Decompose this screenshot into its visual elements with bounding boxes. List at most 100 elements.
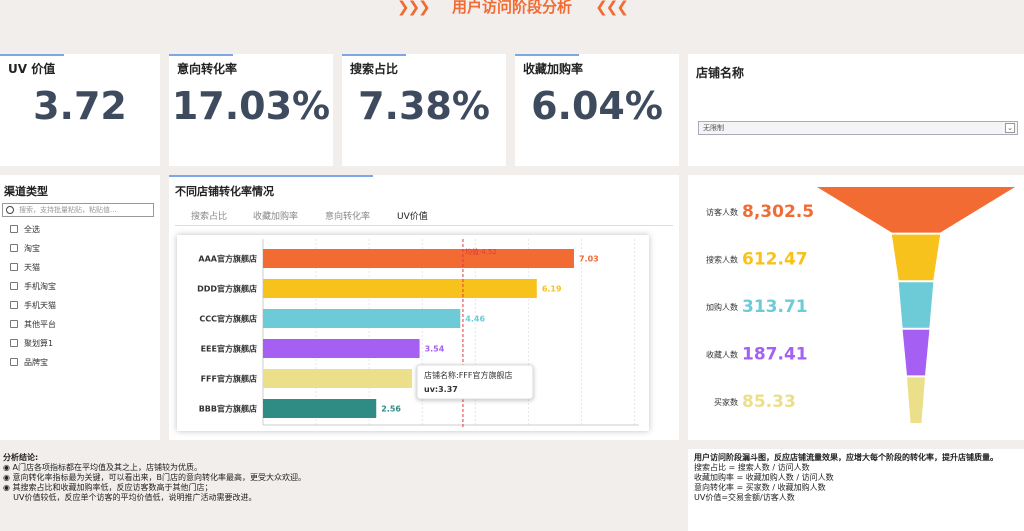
checkbox[interactable] — [10, 282, 18, 290]
category-label: CCC官方旗舰店 — [199, 314, 257, 324]
funnel-stage-value: 85.33 — [742, 392, 796, 412]
kpi-label: 搜索占比 — [350, 62, 399, 76]
analysis-heading: 分析结论: — [3, 453, 39, 462]
checkbox[interactable] — [10, 320, 18, 328]
formula-notes: 用户访问阶段漏斗图，反应店铺流量效果，应增大每个阶段的转化率，提升店铺质量。 搜… — [694, 453, 1020, 503]
bar[interactable] — [263, 369, 413, 388]
formula-line: UV价值=交易金额/访客人数 — [694, 493, 795, 502]
analysis-line: ◉ 其搜索占比和收藏加购率低，反应访客数高于其他门店； — [3, 483, 213, 492]
formula-heading: 用户访问阶段漏斗图，反应店铺流量效果，应增大每个阶段的转化率，提升店铺质量。 — [694, 453, 998, 462]
card-accent-line — [342, 54, 406, 56]
funnel-chart-svg: 访客人数 8,302.5 搜索人数 612.47 加购人数 313.71 收藏人数 187.4… — [706, 187, 1015, 423]
funnel-segment[interactable] — [898, 282, 934, 328]
funnel-segment[interactable] — [906, 377, 926, 423]
checkbox[interactable] — [10, 301, 18, 309]
bar[interactable] — [263, 399, 377, 418]
tooltip-line: 店铺名称:FFF官方旗舰店 — [424, 370, 513, 380]
kpi-label: 意向转化率 — [177, 62, 238, 76]
channel-filter-card: 渠道类型 搜索，支持批量粘贴，粘贴值... 全选 淘宝 天猫 手机淘宝 手机天猫… — [0, 175, 160, 440]
channel-option[interactable]: 品牌宝 — [10, 358, 48, 370]
bar-value-label: 7.03 — [579, 255, 599, 264]
checkbox[interactable] — [10, 263, 18, 271]
tab-search-ratio[interactable]: 搜索占比 — [191, 209, 227, 222]
tab-uv-value[interactable]: UV价值 — [397, 209, 428, 222]
analysis-section: 分析结论: ◉ A门店各项指标都在平均值及其之上，店铺较为优质。 ◉ 意向转化率… — [0, 449, 679, 531]
category-label: AAA官方旗舰店 — [198, 254, 257, 264]
search-icon — [6, 206, 14, 214]
tab-intent-rate[interactable]: 意向转化率 — [325, 209, 370, 222]
bar-value-label: 4.46 — [465, 315, 485, 324]
category-label: DDD官方旗舰店 — [197, 284, 257, 294]
channel-option-label: 手机天猫 — [24, 301, 56, 310]
bar-value-label: 6.19 — [542, 285, 562, 294]
channel-option[interactable]: 全选 — [10, 225, 40, 237]
channel-option-label: 品牌宝 — [24, 358, 48, 367]
channel-title: 渠道类型 — [4, 185, 48, 198]
funnel-stage-value: 8,302.5 — [742, 202, 814, 222]
chevron-left-icon: ❮❮❮ — [595, 0, 629, 16]
funnel-stage-label: 加购人数 — [706, 302, 738, 312]
channel-option-label: 天猫 — [24, 263, 40, 272]
funnel-segment[interactable] — [891, 234, 941, 281]
funnel-stage-value: 313.71 — [742, 297, 808, 317]
kpi-value: 7.38% — [358, 84, 490, 128]
kpi-value: 3.72 — [33, 84, 127, 128]
formula-line: 意向转化率 = 买家数 / 收藏加购人数 — [694, 483, 826, 492]
kpi-value: 17.03% — [171, 84, 331, 128]
checkbox[interactable] — [10, 339, 18, 347]
channel-option[interactable]: 手机天猫 — [10, 301, 56, 313]
kpi-value: 6.04% — [531, 84, 663, 128]
card-accent-line — [515, 54, 579, 56]
kpi-card-intent: 意向转化率 17.03% — [169, 54, 333, 166]
card-accent-line — [0, 54, 64, 56]
shop-filter-card: 店铺名称 无限制 ⌄ — [688, 54, 1024, 166]
channel-option[interactable]: 淘宝 — [10, 244, 40, 256]
shop-select-value: 无限制 — [703, 124, 724, 132]
tooltip-line: uv:3.37 — [424, 385, 458, 394]
funnel-stage-value: 612.47 — [742, 249, 808, 269]
card-accent-line — [169, 54, 233, 56]
bar-chart: AAA官方旗舰店 7.03 DDD官方旗舰店 6.19 CCC官方旗舰店 4.46 EEE官… — [177, 235, 649, 431]
analysis-notes: 分析结论: ◉ A门店各项指标都在平均值及其之上，店铺较为优质。 ◉ 意向转化率… — [3, 453, 673, 503]
bar-value-label: 2.56 — [381, 405, 401, 414]
channel-search-input[interactable]: 搜索，支持批量粘贴，粘贴值... — [2, 203, 154, 217]
kpi-label: 收藏加购率 — [523, 62, 584, 76]
analysis-line: UV价值较低，反应单个访客的平均价值低，说明推广活动需要改进。 — [3, 493, 257, 502]
average-label: 均值:4.52 — [465, 247, 497, 256]
channel-option-label: 其他平台 — [24, 320, 56, 329]
kpi-card-fav: 收藏加购率 6.04% — [515, 54, 679, 166]
card-accent-line — [169, 175, 373, 177]
checkbox[interactable] — [10, 358, 18, 366]
kpi-card-uv: UV 价值 3.72 — [0, 54, 160, 166]
funnel-card: 访客人数 8,302.5 搜索人数 612.47 加购人数 313.71 收藏人数 187.4… — [688, 175, 1024, 440]
bar[interactable] — [263, 249, 574, 268]
tab-fav-rate[interactable]: 收藏加购率 — [253, 209, 298, 222]
analysis-line: ◉ 意向转化率指标最为关键，可以看出来，B门店的意向转化率最高，更受大众欢迎。 — [3, 473, 307, 482]
channel-option-label: 手机淘宝 — [24, 282, 56, 291]
bar[interactable] — [263, 309, 461, 328]
kpi-label: UV 价值 — [8, 62, 56, 76]
formula-section: 用户访问阶段漏斗图，反应店铺流量效果，应增大每个阶段的转化率，提升店铺质量。 搜… — [688, 449, 1024, 531]
channel-option[interactable]: 聚划算1 — [10, 339, 53, 351]
channel-option-label: 淘宝 — [24, 244, 40, 253]
page-title: ❯❯❯ 用户访问阶段分析 ❮❮❮ — [0, 0, 1024, 18]
channel-option[interactable]: 天猫 — [10, 263, 40, 275]
funnel-segment[interactable] — [817, 187, 1015, 233]
shop-select[interactable]: 无限制 ⌄ — [698, 121, 1018, 135]
checkbox[interactable] — [10, 225, 18, 233]
formula-line: 搜索占比 = 搜索人数 / 访问人数 — [694, 463, 810, 472]
store-conversion-card: 不同店铺转化率情况 搜索占比 收藏加购率 意向转化率 UV价值 AAA官方旗舰店… — [169, 175, 679, 440]
category-label: FFF官方旗舰店 — [201, 374, 257, 384]
bar[interactable] — [263, 339, 420, 358]
funnel-stage-value: 187.41 — [742, 345, 808, 365]
category-label: BBB官方旗舰店 — [199, 404, 257, 414]
channel-option-label: 全选 — [24, 225, 40, 234]
page-title-text: 用户访问阶段分析 — [451, 0, 572, 16]
chevron-down-icon[interactable]: ⌄ — [1005, 123, 1015, 133]
channel-option[interactable]: 其他平台 — [10, 320, 56, 332]
chevron-right-icon: ❯❯❯ — [397, 0, 431, 16]
channel-option[interactable]: 手机淘宝 — [10, 282, 56, 294]
checkbox[interactable] — [10, 244, 18, 252]
bar[interactable] — [263, 279, 537, 298]
funnel-segment[interactable] — [902, 329, 930, 376]
